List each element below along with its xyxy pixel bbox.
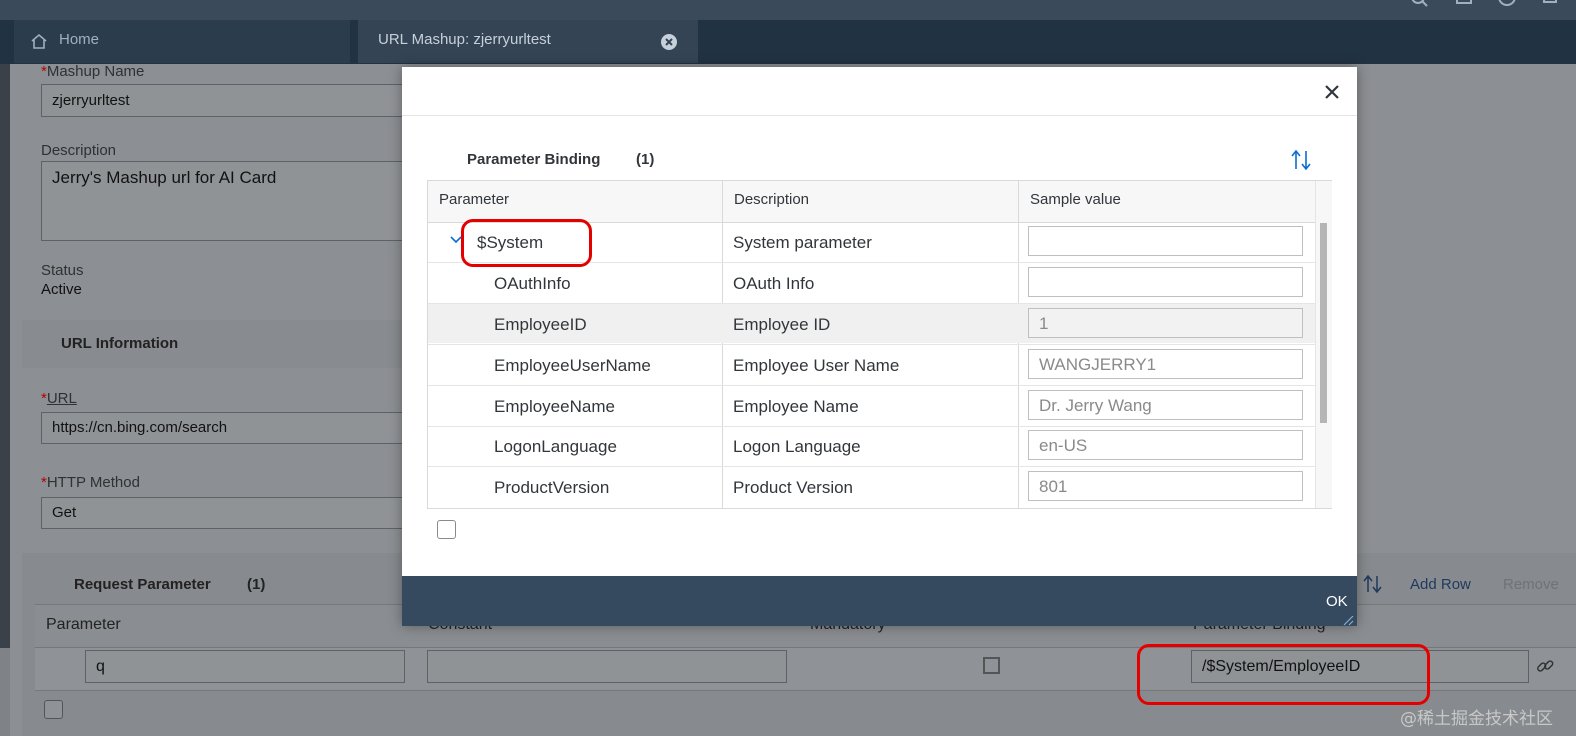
row-divider	[428, 385, 1315, 386]
select-all-checkbox[interactable]	[44, 700, 63, 719]
sample-employeeusername: WANGJERRY1	[1028, 349, 1303, 379]
tab-url-mashup[interactable]: URL Mashup: zjerryurltest	[358, 20, 698, 63]
binding-highlight-box	[1137, 644, 1430, 705]
system-highlight-box	[461, 219, 592, 267]
sample-logonlanguage: en-US	[1028, 430, 1303, 460]
parameter-binding-dialog: Parameter Binding (1) Parameter Descript…	[402, 67, 1357, 626]
dialog-section-count: (1)	[636, 151, 655, 168]
desc-logonlanguage: Logon Language	[733, 437, 861, 456]
url-label: *URL	[41, 390, 77, 407]
sample-employeeid: 1	[1028, 308, 1303, 338]
tab-home-label: Home	[59, 31, 100, 48]
shell-bar	[0, 0, 1576, 20]
http-method-select[interactable]: Get	[41, 497, 411, 529]
table-scrollbar[interactable]	[1315, 181, 1332, 508]
sample-system[interactable]	[1028, 226, 1303, 256]
resize-handle-icon[interactable]	[1342, 616, 1354, 626]
sort-icon[interactable]	[1290, 149, 1314, 171]
col-sample-value: Sample value	[1030, 191, 1121, 208]
param-productversion[interactable]: ProductVersion	[494, 478, 609, 498]
watermark: @稀土掘金技术社区	[1400, 709, 1553, 729]
status-label: Status	[41, 262, 84, 279]
search-icon[interactable]	[1410, 0, 1430, 8]
remove-button[interactable]: Remove	[1503, 576, 1559, 593]
url-info-title: URL Information	[61, 335, 179, 352]
close-tab-icon[interactable]	[660, 33, 678, 51]
mashup-name-field[interactable]: zjerryurltest	[41, 84, 411, 117]
tab-mashup-label: URL Mashup: zjerryurltest	[378, 31, 551, 48]
link-icon[interactable]	[1535, 657, 1555, 677]
dialog-footer: OK	[402, 576, 1357, 626]
select-all-checkbox[interactable]	[437, 520, 456, 539]
param-employeename[interactable]: EmployeeName	[494, 397, 615, 417]
col-parameter: Parameter	[46, 616, 121, 633]
mashup-name-label: *Mashup Name	[41, 63, 145, 80]
description-field[interactable]: Jerry's Mashup url for AI Card	[41, 161, 411, 241]
parameter-q-field[interactable]: q	[85, 650, 405, 683]
col-description: Description	[734, 191, 810, 208]
description-label: Description	[41, 142, 117, 159]
help-icon[interactable]	[1497, 0, 1517, 8]
add-row-button[interactable]: Add Row	[1410, 576, 1471, 593]
ok-button[interactable]: OK	[1326, 593, 1348, 610]
param-oauthinfo[interactable]: OAuthInfo	[494, 274, 571, 294]
row-divider	[428, 303, 1315, 304]
binding-table-header: Parameter Description Sample value	[428, 181, 1315, 223]
sort-icon[interactable]	[1362, 574, 1384, 594]
row-divider	[428, 344, 1315, 345]
param-employeeusername[interactable]: EmployeeUserName	[494, 356, 651, 376]
desc-employeeusername: Employee User Name	[733, 356, 900, 375]
feedback-icon[interactable]	[1455, 0, 1475, 8]
dialog-header-divider	[402, 115, 1357, 116]
row-divider	[428, 466, 1315, 467]
desc-productversion: Product Version	[733, 478, 854, 497]
home-icon	[31, 33, 47, 49]
sample-oauthinfo[interactable]	[1028, 267, 1303, 297]
url-info-header: URL Information	[22, 320, 412, 368]
row-divider	[428, 426, 1315, 427]
constant-field[interactable]	[427, 650, 787, 683]
desc-employeename: Employee Name	[733, 397, 859, 416]
request-parameter-count: (1)	[247, 576, 266, 593]
status-value: Active	[41, 281, 82, 298]
bell-icon[interactable]	[1540, 0, 1560, 8]
side-strip	[0, 64, 10, 648]
tab-home[interactable]: Home	[14, 20, 350, 63]
url-field[interactable]: https://cn.bing.com/search	[41, 412, 411, 444]
scrollbar-thumb[interactable]	[1320, 223, 1327, 423]
request-parameter-title: Request Parameter	[74, 576, 211, 593]
desc-system: System parameter	[733, 233, 872, 252]
desc-employeeid: Employee ID	[733, 315, 831, 334]
dialog-section-title: Parameter Binding	[467, 151, 601, 168]
param-employeeid[interactable]: EmployeeID	[494, 315, 587, 335]
col-parameter: Parameter	[439, 191, 510, 208]
mandatory-checkbox[interactable]	[983, 657, 1000, 674]
desc-oauthinfo: OAuth Info	[733, 274, 815, 293]
sample-employeename: Dr. Jerry Wang	[1028, 390, 1303, 420]
close-icon[interactable]	[1323, 83, 1341, 101]
sample-productversion: 801	[1028, 471, 1303, 501]
param-logonlanguage[interactable]: LogonLanguage	[494, 437, 617, 457]
http-method-label: *HTTP Method	[41, 474, 140, 491]
